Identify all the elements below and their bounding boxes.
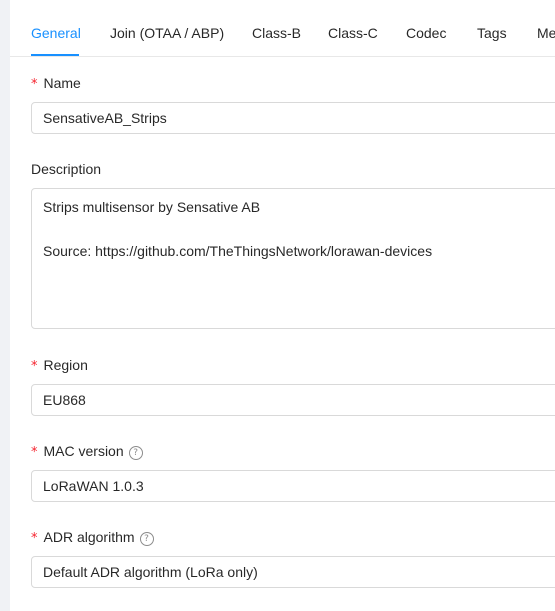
tab-tags[interactable]: Tags	[477, 24, 507, 42]
mac-version-label-text: MAC version	[43, 443, 124, 459]
required-mark: *	[31, 531, 38, 546]
required-mark: *	[31, 445, 38, 460]
adr-algorithm-label-text: ADR algorithm	[43, 529, 135, 545]
name-input-value: SensativeAB_Strips	[43, 110, 167, 126]
mac-version-label: * MAC version?	[31, 442, 143, 462]
adr-algorithm-label: * ADR algorithm?	[31, 528, 154, 548]
region-label: * Region	[31, 356, 88, 376]
question-circle-icon[interactable]: ?	[139, 532, 154, 546]
name-label-text: Name	[43, 75, 81, 91]
device-profile-panel: General Join (OTAA / ABP) Class-B Class-…	[10, 0, 555, 611]
tab-bar: General Join (OTAA / ABP) Class-B Class-…	[10, 0, 555, 57]
name-input[interactable]: SensativeAB_Strips	[31, 102, 555, 134]
description-line	[43, 219, 555, 241]
tab-more[interactable]: Me	[537, 24, 555, 42]
tab-class-c[interactable]: Class-C	[328, 24, 378, 42]
name-label: * Name	[31, 74, 81, 94]
question-circle-icon[interactable]: ?	[128, 446, 143, 460]
mac-version-select-value: LoRaWAN 1.0.3	[43, 478, 144, 494]
description-label: Description	[31, 161, 102, 177]
region-select-value: EU868	[43, 392, 86, 408]
tab-codec[interactable]: Codec	[406, 24, 446, 42]
required-mark: *	[31, 359, 38, 374]
mac-version-select[interactable]: LoRaWAN 1.0.3	[31, 470, 555, 502]
region-select[interactable]: EU868	[31, 384, 555, 416]
description-textarea[interactable]: Strips multisensor by Sensative AB Sourc…	[31, 188, 555, 329]
active-tab-indicator	[31, 54, 79, 56]
tab-class-b[interactable]: Class-B	[252, 24, 301, 42]
adr-algorithm-select-value: Default ADR algorithm (LoRa only)	[43, 564, 258, 580]
description-line: Source: https://github.com/TheThingsNetw…	[43, 243, 433, 259]
required-mark: *	[31, 77, 38, 92]
description-line: Strips multisensor by Sensative AB	[43, 199, 261, 215]
adr-algorithm-select[interactable]: Default ADR algorithm (LoRa only)	[31, 556, 555, 588]
tab-join[interactable]: Join (OTAA / ABP)	[110, 24, 224, 42]
tab-general[interactable]: General	[31, 24, 81, 42]
region-label-text: Region	[43, 357, 88, 373]
